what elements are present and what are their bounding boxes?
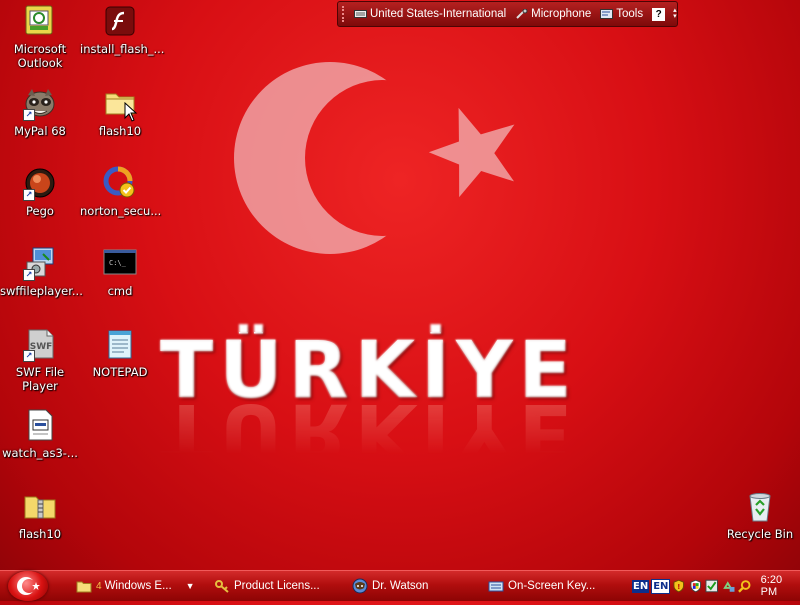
crescent-star-icon xyxy=(17,577,40,595)
taskbar-button-label: Windows E... xyxy=(104,580,172,592)
desktop-icon-recycle-bin[interactable]: Recycle Bin xyxy=(720,489,800,541)
raccoon-browser-icon: ↗ xyxy=(23,86,57,121)
taskbar: 4 Windows E... ▼ Product Licens... Dr. W… xyxy=(0,570,800,601)
tools-button[interactable]: Tools xyxy=(600,8,643,20)
keyboard-layout-label: United States-International xyxy=(370,8,507,20)
desktop-icon-label: install_flash_... xyxy=(80,42,165,56)
taskbar-button-label: Product Licens... xyxy=(234,580,320,592)
desktop-icon-flash10-folder[interactable]: flash10 xyxy=(80,86,160,138)
desktop-icon-swffileplayer-setup[interactable]: ↗ swffileplayer... xyxy=(0,246,83,298)
shortcut-arrow-icon: ↗ xyxy=(23,189,35,201)
installer-icon: ↗ xyxy=(23,246,57,281)
tools-label: Tools xyxy=(616,8,644,20)
norton-icon xyxy=(103,166,137,200)
desktop-icon-flash10-zip[interactable]: flash10 xyxy=(0,489,80,541)
desktop-icon-install-flash[interactable]: install_flash_... xyxy=(80,4,165,56)
notepad-icon xyxy=(103,327,137,361)
desktop-icon-label: watch_as3-... xyxy=(2,446,78,460)
recycle-bin-icon xyxy=(743,489,777,523)
desktop-icon-swf-file-player[interactable]: SWF ↗ SWF File Player xyxy=(0,327,80,393)
desktop-icon-label: norton_secu... xyxy=(80,204,162,218)
language-bar-grip[interactable] xyxy=(342,6,350,22)
desktop-icon-label: SWF File Player xyxy=(15,365,65,393)
shortcut-arrow-icon: ↗ xyxy=(23,350,35,362)
window-count-badge: 4 xyxy=(96,580,102,592)
desktop-icon-label: Pego xyxy=(26,204,54,218)
windows-security-icon[interactable] xyxy=(689,579,702,593)
zip-folder-icon xyxy=(23,489,57,523)
taskbar-button-windows-explorer[interactable]: 4 Windows E... ▼ xyxy=(76,575,206,597)
desktop-icon-label: NOTEPAD xyxy=(92,365,148,379)
language-bar[interactable]: United States-International Microphone T… xyxy=(337,1,678,27)
microphone-button[interactable]: Microphone xyxy=(515,8,591,20)
desktop-icon-outlook[interactable]: Microsoft Outlook xyxy=(0,4,80,70)
language-indicator[interactable]: EN xyxy=(632,579,650,593)
svg-text:!: ! xyxy=(678,583,681,591)
keyboard-language-indicator[interactable]: EN xyxy=(651,578,671,594)
swf-file-icon: SWF ↗ xyxy=(23,327,57,362)
star-shape xyxy=(428,107,515,198)
desktop-icon-label: cmd xyxy=(107,284,133,298)
taskbar-button-label: Dr. Watson xyxy=(372,580,429,592)
desktop-icon-label: flash10 xyxy=(98,124,142,138)
taskbar-button-on-screen-keyboard[interactable]: On-Screen Key... xyxy=(488,575,626,597)
keyboard-icon xyxy=(488,581,504,592)
document-icon xyxy=(23,408,57,442)
microphone-icon xyxy=(516,9,528,19)
help-button[interactable]: ? xyxy=(652,7,666,21)
check-shield-icon[interactable] xyxy=(705,579,719,593)
desktop-icon-label: Recycle Bin xyxy=(726,527,794,541)
shortcut-arrow-icon: ↗ xyxy=(23,269,35,281)
shortcut-arrow-icon: ↗ xyxy=(23,109,35,121)
keyboard-layout-button[interactable]: United States-International xyxy=(354,8,506,20)
system-tray: EN EN ! 6:20 PM xyxy=(632,574,800,598)
keyboard-icon xyxy=(354,10,367,18)
desktop-icon-label: flash10 xyxy=(18,527,62,541)
desktop-icon-label: swffileplayer... xyxy=(0,284,83,298)
svg-text:C:\_: C:\_ xyxy=(109,259,127,267)
flash-installer-icon xyxy=(103,4,137,38)
desktop-icon-pego[interactable]: ↗ Pego xyxy=(0,166,80,218)
mouse-pointer-icon xyxy=(124,102,138,122)
outlook-icon xyxy=(23,4,57,38)
desktop-icon-notepad[interactable]: NOTEPAD xyxy=(80,327,160,379)
system-clock[interactable]: 6:20 PM xyxy=(761,574,800,598)
recycle-tray-icon[interactable] xyxy=(722,579,735,593)
desktop-icon-cmd[interactable]: C:\_ cmd xyxy=(80,246,160,298)
language-bar-options-icon[interactable]: ▴ ▾ xyxy=(673,7,677,20)
pego-icon: ↗ xyxy=(23,166,57,201)
desktop-icon-norton[interactable]: norton_secu... xyxy=(80,166,162,218)
wallpaper-wordmark-reflection: TÜRKİYE xyxy=(160,386,578,476)
tools-icon xyxy=(600,9,614,19)
desktop-icon-label: MyPal 68 xyxy=(14,124,66,138)
microphone-label: Microphone xyxy=(531,8,592,20)
dropdown-arrow-icon: ▼ xyxy=(185,581,195,591)
desktop-icon-watch-as3[interactable]: watch_as3-... xyxy=(0,408,80,460)
security-shield-icon[interactable]: ! xyxy=(672,579,685,593)
console-icon: C:\_ xyxy=(103,246,137,280)
desktop: TÜRKİYE TÜRKİYE Microsoft Outlook ↗ MyPa… xyxy=(0,0,800,570)
folder-icon xyxy=(76,581,92,593)
desktop-icon-mypal[interactable]: ↗ MyPal 68 xyxy=(0,86,80,138)
desktop-icon-label: Microsoft Outlook xyxy=(13,42,67,70)
start-button[interactable] xyxy=(8,571,48,601)
search-icon[interactable] xyxy=(738,579,751,593)
key-icon xyxy=(215,580,229,593)
taskbar-button-product-license[interactable]: Product Licens... xyxy=(214,575,344,597)
taskbar-button-dr-watson[interactable]: Dr. Watson xyxy=(352,575,482,597)
taskbar-button-label: On-Screen Key... xyxy=(508,580,596,592)
dr-watson-icon xyxy=(352,578,368,594)
